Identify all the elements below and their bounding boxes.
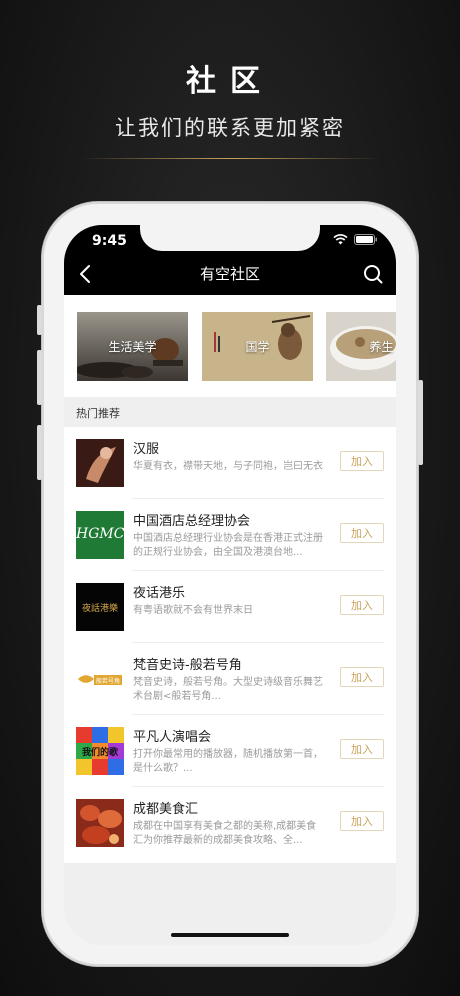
category-row: 生活美学 国学 养生 xyxy=(64,295,396,397)
category-card-sinology[interactable]: 国学 xyxy=(202,312,313,381)
side-button-volume-up xyxy=(37,350,42,405)
item-title: 成都美食汇 xyxy=(133,802,199,817)
category-card-life-aesthetics[interactable]: 生活美学 xyxy=(77,312,188,381)
community-thumbnail: 夜話港樂 xyxy=(76,583,124,631)
list-item[interactable]: HGMC 中国酒店总经理协会 中国酒店总经理行业协会是在香港正式注册的正规行业协… xyxy=(64,499,396,571)
item-title: 中国酒店总经理协会 xyxy=(133,514,251,529)
item-description: 华夏有衣，襟带天地，与子同袍，岂曰无衣 xyxy=(133,461,323,472)
item-description: 梵音史诗，般若号角。大型史诗级音乐舞艺术台剧<般若号角... xyxy=(133,677,323,702)
horn-logo-text: 般若号角 xyxy=(96,677,120,685)
horn-logo-image: 般若号角 xyxy=(78,675,122,685)
item-description: 打开你最常用的播放器，随机播放第一首，是什么歌？... xyxy=(133,749,323,774)
section-header: 热门推荐 xyxy=(64,397,396,427)
home-indicator[interactable] xyxy=(171,933,289,937)
food-image xyxy=(76,799,124,847)
list-item[interactable]: 成都美食汇 成都在中国享有美食之都的美称,成都美食汇为你推荐最新的成都美食攻略、… xyxy=(64,787,396,859)
item-title: 平凡人演唱会 xyxy=(133,730,212,745)
list-item[interactable]: 我们的歌 平凡人演唱会 打开你最常用的播放器，随机播放第一首，是什么歌？... … xyxy=(64,715,396,787)
community-thumbnail xyxy=(76,439,124,487)
notch xyxy=(140,225,320,251)
item-description: 有粤语歌就不会有世界末日 xyxy=(133,605,253,616)
top-bar: 9:45 有空社区 xyxy=(64,225,396,295)
item-title: 梵音史诗-般若号角 xyxy=(133,658,242,673)
community-thumbnail: 我们的歌 xyxy=(76,727,124,775)
status-icons xyxy=(333,234,378,245)
category-label: 生活美学 xyxy=(108,340,157,354)
hgmc-logo-text: HGMC xyxy=(76,526,124,542)
item-title: 夜话港乐 xyxy=(133,586,186,601)
list-item[interactable]: 般若号角 梵音史诗-般若号角 梵音史诗，般若号角。大型史诗级音乐舞艺术台剧<般若… xyxy=(64,643,396,715)
join-button[interactable]: 加入 xyxy=(340,811,384,831)
side-button-volume-down xyxy=(37,425,42,480)
status-time: 9:45 xyxy=(92,233,127,249)
pop-art-text: 我们的歌 xyxy=(82,746,119,758)
list-item[interactable]: 汉服 华夏有衣，襟带天地，与子同袍，岂曰无衣 加入 xyxy=(64,427,396,499)
item-description: 中国酒店总经理行业协会是在香港正式注册的正规行业协会，由全国及港澳台地... xyxy=(133,533,323,558)
promo-subtitle: 让我们的联系更加紧密 xyxy=(115,116,345,140)
item-description: 成都在中国享有美食之都的美称,成都美食汇为你推荐最新的成都美食攻略、全... xyxy=(133,821,317,846)
side-button-power xyxy=(418,380,423,465)
hanfu-image xyxy=(76,439,124,487)
join-button[interactable]: 加入 xyxy=(340,523,384,543)
community-thumbnail xyxy=(76,799,124,847)
side-button-mute xyxy=(37,305,42,335)
community-thumbnail: 般若号角 xyxy=(76,655,124,703)
join-button[interactable]: 加入 xyxy=(340,667,384,687)
community-thumbnail: HGMC xyxy=(76,511,124,559)
category-label: 养生 xyxy=(369,340,394,354)
item-title: 汉服 xyxy=(133,442,160,457)
category-card-wellness[interactable]: 养生 xyxy=(326,312,396,381)
category-label: 国学 xyxy=(245,340,270,354)
join-button[interactable]: 加入 xyxy=(340,451,384,471)
phone-screen: 9:45 有空社区 生活美学 国学 养生 热门推荐 汉服 华夏有衣，襟带天地，与… xyxy=(64,225,396,945)
join-button[interactable]: 加入 xyxy=(340,595,384,615)
wifi-icon xyxy=(333,234,348,245)
promo-title: 社区 xyxy=(186,64,274,99)
search-icon xyxy=(364,265,383,284)
night-talk-logo-text: 夜話港樂 xyxy=(81,604,118,614)
join-button[interactable]: 加入 xyxy=(340,739,384,759)
section-title: 热门推荐 xyxy=(76,407,120,420)
pop-art-image: 我们的歌 xyxy=(76,727,124,775)
battery-icon xyxy=(354,234,377,245)
page-title: 有空社区 xyxy=(199,265,260,283)
community-list: 汉服 华夏有衣，襟带天地，与子同袍，岂曰无衣 加入 HGMC 中国酒店总经理协会… xyxy=(64,427,396,863)
search-button[interactable] xyxy=(362,263,384,285)
gold-divider xyxy=(80,158,380,159)
list-item[interactable]: 夜話港樂 夜话港乐 有粤语歌就不会有世界末日 加入 xyxy=(64,571,396,643)
